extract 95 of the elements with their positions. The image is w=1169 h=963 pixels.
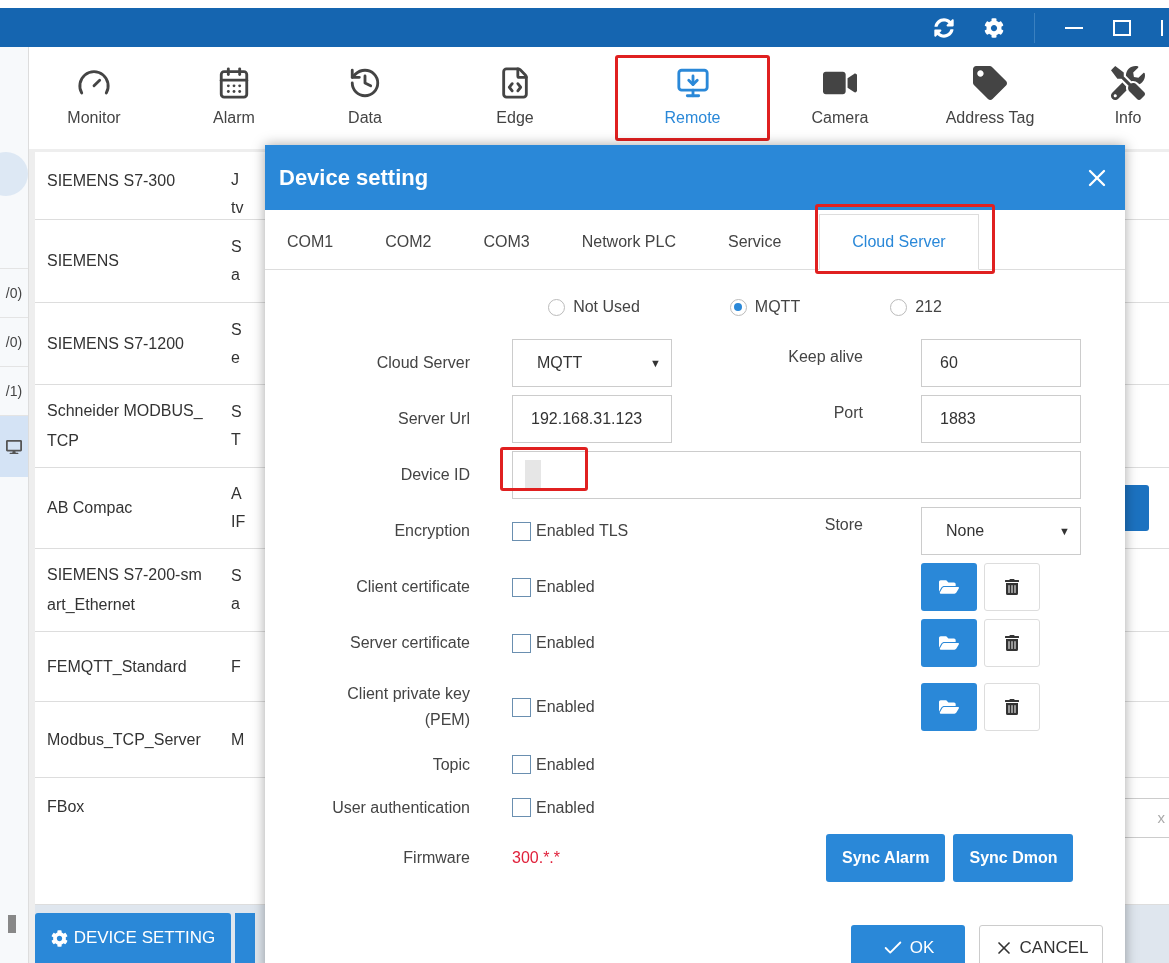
tab[interactable]: Cloud Server	[819, 214, 979, 270]
open-folder-button[interactable]	[921, 563, 977, 611]
table-cell-text: S T	[231, 402, 242, 450]
select-field[interactable]: None ▼	[921, 507, 1081, 555]
checkbox[interactable]: Enabled TLS	[512, 519, 629, 543]
field-label: Topic	[431, 754, 470, 775]
calendar-icon	[217, 66, 251, 100]
history-icon	[348, 66, 382, 100]
trash-icon	[1004, 699, 1020, 715]
folder-icon	[939, 577, 959, 597]
field-label: Server Url	[397, 409, 470, 429]
table-cell-text: S e	[231, 319, 242, 368]
radio-option[interactable]: Not Used	[548, 295, 640, 319]
dropdown-caret-icon: ▼	[650, 354, 661, 372]
select-field[interactable]: MQTT ▼	[512, 339, 672, 387]
toolbar-button[interactable]: Remote	[615, 55, 770, 141]
toolbar-button[interactable]: Edge	[415, 55, 615, 141]
table-cell-text: SIEMENS S7-200-sm art_Ethernet	[46, 565, 203, 615]
tab[interactable]: Network PLC	[567, 214, 690, 270]
field-label: Client certificate	[355, 577, 470, 597]
radio-option[interactable]: 212	[890, 295, 942, 319]
field-label: Keep alive	[787, 347, 863, 367]
toolbar-button[interactable]: Address Tag	[910, 55, 1070, 141]
table-cell-text: F	[231, 656, 241, 677]
field-label: Server certificate	[348, 633, 470, 653]
settings-icon[interactable]	[984, 17, 1004, 38]
input-field[interactable]	[512, 451, 1081, 499]
refresh-icon[interactable]	[934, 17, 954, 38]
table-cell-text: S a	[231, 566, 242, 614]
table-cell-text: Schneider MODBUS_ TCP	[46, 401, 204, 451]
ok-button[interactable]: OK	[851, 925, 965, 963]
tab[interactable]: Service	[713, 214, 796, 270]
input-field[interactable]: 192.168.31.123	[512, 395, 672, 443]
table-cell-text: Modbus_TCP_Server	[46, 729, 202, 750]
field-label: Encryption	[393, 521, 470, 541]
trash-icon	[1004, 579, 1020, 595]
toolbar-button[interactable]: Data	[315, 55, 415, 141]
open-folder-button[interactable]	[921, 619, 977, 667]
table-cell-text: A IF	[231, 484, 246, 532]
trash-icon	[1004, 635, 1020, 651]
delete-button[interactable]	[984, 683, 1040, 731]
maximize-icon[interactable]	[1113, 19, 1131, 36]
toolbar-button[interactable]: Info	[1070, 55, 1169, 141]
monitor-icon	[6, 438, 22, 455]
table-cell-text: AB Compac	[46, 498, 134, 518]
cancel-button[interactable]: CANCEL	[979, 925, 1103, 963]
tab[interactable]: COM3	[469, 214, 544, 270]
delete-button[interactable]	[984, 619, 1040, 667]
tools-icon	[1111, 66, 1145, 100]
toolbar-button[interactable]: Alarm	[153, 55, 315, 141]
folder-icon	[939, 697, 959, 717]
checkbox[interactable]: Enabled	[512, 575, 595, 599]
open-folder-button[interactable]	[921, 683, 977, 731]
dropdown-caret-icon: ▼	[1059, 522, 1070, 540]
checkbox[interactable]: Enabled	[512, 752, 595, 777]
toolbar-button[interactable]: Camera	[770, 55, 910, 141]
field-label: Store	[823, 515, 863, 535]
folder-icon	[939, 633, 959, 653]
sidebar-item[interactable]: /0)	[0, 317, 28, 366]
device-setting-button[interactable]: DEVICE SETTING	[35, 913, 231, 963]
field-label: User authentication	[331, 797, 470, 818]
field-label: Cloud Server	[375, 353, 470, 373]
input-field[interactable]: 60	[921, 339, 1081, 387]
gear-icon	[50, 929, 68, 947]
minimize-icon[interactable]	[1065, 26, 1083, 29]
table-cell-text: SIEMENS S7-300	[46, 171, 177, 191]
field-label: Client private key (PEM)	[346, 684, 470, 730]
checkbox[interactable]: Enabled	[512, 795, 595, 820]
toolbar-button[interactable]: Monitor	[35, 55, 153, 141]
sidebar-item[interactable]	[0, 415, 28, 477]
checkbox[interactable]: Enabled	[512, 631, 595, 655]
sync-button[interactable]: Sync Alarm	[826, 834, 946, 882]
table-cell-text: SIEMENS	[46, 251, 120, 271]
tab[interactable]: COM2	[371, 214, 446, 270]
table-cell-text: S a	[231, 237, 242, 285]
table-cell-text: FEMQTT_Standard	[46, 656, 188, 677]
field-label: Port	[832, 403, 863, 423]
table-cell-text: J tv	[231, 170, 244, 218]
dialog-title: Device setting	[279, 164, 429, 192]
table-cell-text: FBox	[46, 797, 86, 817]
sidebar-item[interactable]: /0)	[0, 268, 28, 317]
radio-option[interactable]: MQTT	[729, 295, 801, 319]
tab[interactable]: COM1	[273, 214, 348, 270]
firmware-version: 300.*.*	[512, 848, 561, 868]
table-cell-text: SIEMENS S7-1200	[46, 333, 185, 354]
input-field[interactable]: 1883	[921, 395, 1081, 443]
delete-button[interactable]	[984, 563, 1040, 611]
field-label: Firmware	[402, 848, 470, 868]
sync-button[interactable]: Sync Dmon	[953, 834, 1074, 882]
blurred-patch	[525, 460, 541, 490]
monitor-download-icon	[675, 66, 710, 100]
table-cell-text: M	[231, 729, 245, 750]
field-label: Device ID	[399, 465, 470, 485]
tag-icon	[973, 66, 1007, 100]
checkbox[interactable]: Enabled	[512, 695, 595, 719]
